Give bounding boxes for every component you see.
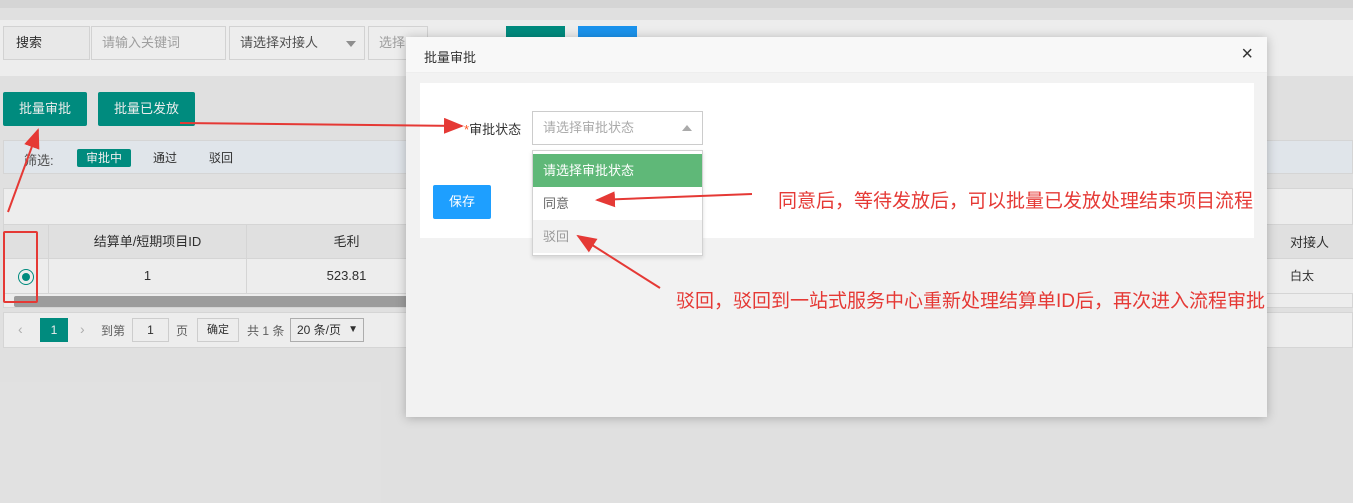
- chevron-up-icon: [682, 125, 692, 131]
- approval-status-label: *审批状态: [464, 119, 521, 138]
- approval-status-dropdown: 请选择审批状态 同意 驳回: [532, 150, 703, 256]
- close-icon[interactable]: ×: [1241, 44, 1253, 64]
- dialog-header: 批量审批 ×: [406, 37, 1267, 73]
- approval-status-placeholder: 请选择审批状态: [543, 120, 635, 135]
- save-button[interactable]: 保存: [433, 185, 491, 219]
- approval-status-select[interactable]: 请选择审批状态: [532, 111, 703, 145]
- option-agree[interactable]: 同意: [533, 187, 702, 220]
- option-placeholder[interactable]: 请选择审批状态: [533, 154, 702, 187]
- annotation-reject: 驳回，驳回到一站式服务中心重新处理结算单ID后，再次进入流程审批: [676, 291, 1266, 312]
- annotation-agree: 同意后，等待发放后，可以批量已发放处理结束项目流程: [778, 191, 1254, 212]
- dialog-title: 批量审批: [424, 50, 477, 65]
- highlight-box: [3, 231, 38, 303]
- approval-status-label-text: 审批状态: [469, 122, 522, 137]
- option-reject[interactable]: 驳回: [533, 220, 702, 253]
